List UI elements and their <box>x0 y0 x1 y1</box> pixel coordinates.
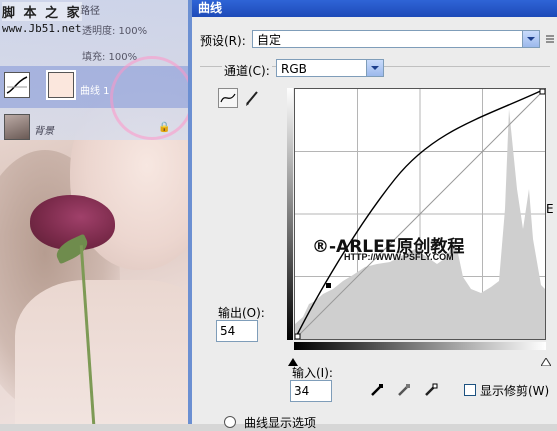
curve-startpoint <box>294 333 301 340</box>
curve-point-tool-icon[interactable] <box>218 88 238 108</box>
photo-chest <box>15 280 190 424</box>
input-gradient-bar <box>294 342 546 350</box>
pencil-tool-icon[interactable] <box>244 89 260 107</box>
white-point-slider-icon[interactable] <box>540 351 552 370</box>
output-field[interactable]: 54 <box>216 320 258 342</box>
watermark-url: www.Jb51.net <box>2 22 82 35</box>
channel-value: RGB <box>281 62 307 76</box>
curve-control-point <box>326 283 331 288</box>
channel-label: 通道(C): <box>222 62 272 79</box>
preset-options-icon[interactable] <box>546 30 554 48</box>
curves-dialog: 曲线 预设(R): 自定 通道(C): RGB ®-ARLEE原创教程 HTTP… <box>192 0 557 430</box>
show-clipping-label[interactable]: 显示修剪(W) <box>480 382 549 399</box>
expand-toggle-icon[interactable] <box>224 416 236 428</box>
input-field[interactable]: 34 <box>290 380 332 402</box>
chevron-down-icon[interactable] <box>522 31 539 47</box>
curve-endpoint <box>539 88 546 95</box>
black-eyedropper-icon[interactable] <box>369 382 385 398</box>
photo-eye-highlight <box>110 56 194 140</box>
output-gradient-bar <box>287 88 293 340</box>
curve-options-label[interactable]: 曲线显示选项 <box>244 414 316 431</box>
curve-graph[interactable] <box>294 88 546 340</box>
curves-adjustment-icon[interactable] <box>4 72 30 98</box>
preset-label: 预设(R): <box>200 34 246 48</box>
preset-select[interactable]: 自定 <box>252 30 540 48</box>
watermark-title: 脚 本 之 家 <box>2 2 82 21</box>
background-layer-thumbnail[interactable] <box>4 114 30 140</box>
psfly-url: HTTP://WWW.PSFLY.COM <box>344 252 454 262</box>
chevron-down-icon[interactable] <box>366 60 383 76</box>
dialog-title[interactable]: 曲线 <box>192 0 557 17</box>
show-clipping-checkbox[interactable] <box>464 384 476 396</box>
right-edge-button[interactable]: E <box>546 202 554 216</box>
gray-eyedropper-icon[interactable] <box>396 382 412 398</box>
channel-select[interactable]: RGB <box>276 59 384 77</box>
output-label: 输出(O): <box>218 306 265 320</box>
input-label: 输入(I): <box>292 366 333 380</box>
layer-mask-thumbnail[interactable] <box>46 70 76 100</box>
preset-value: 自定 <box>257 33 282 47</box>
white-eyedropper-icon[interactable] <box>423 382 439 398</box>
